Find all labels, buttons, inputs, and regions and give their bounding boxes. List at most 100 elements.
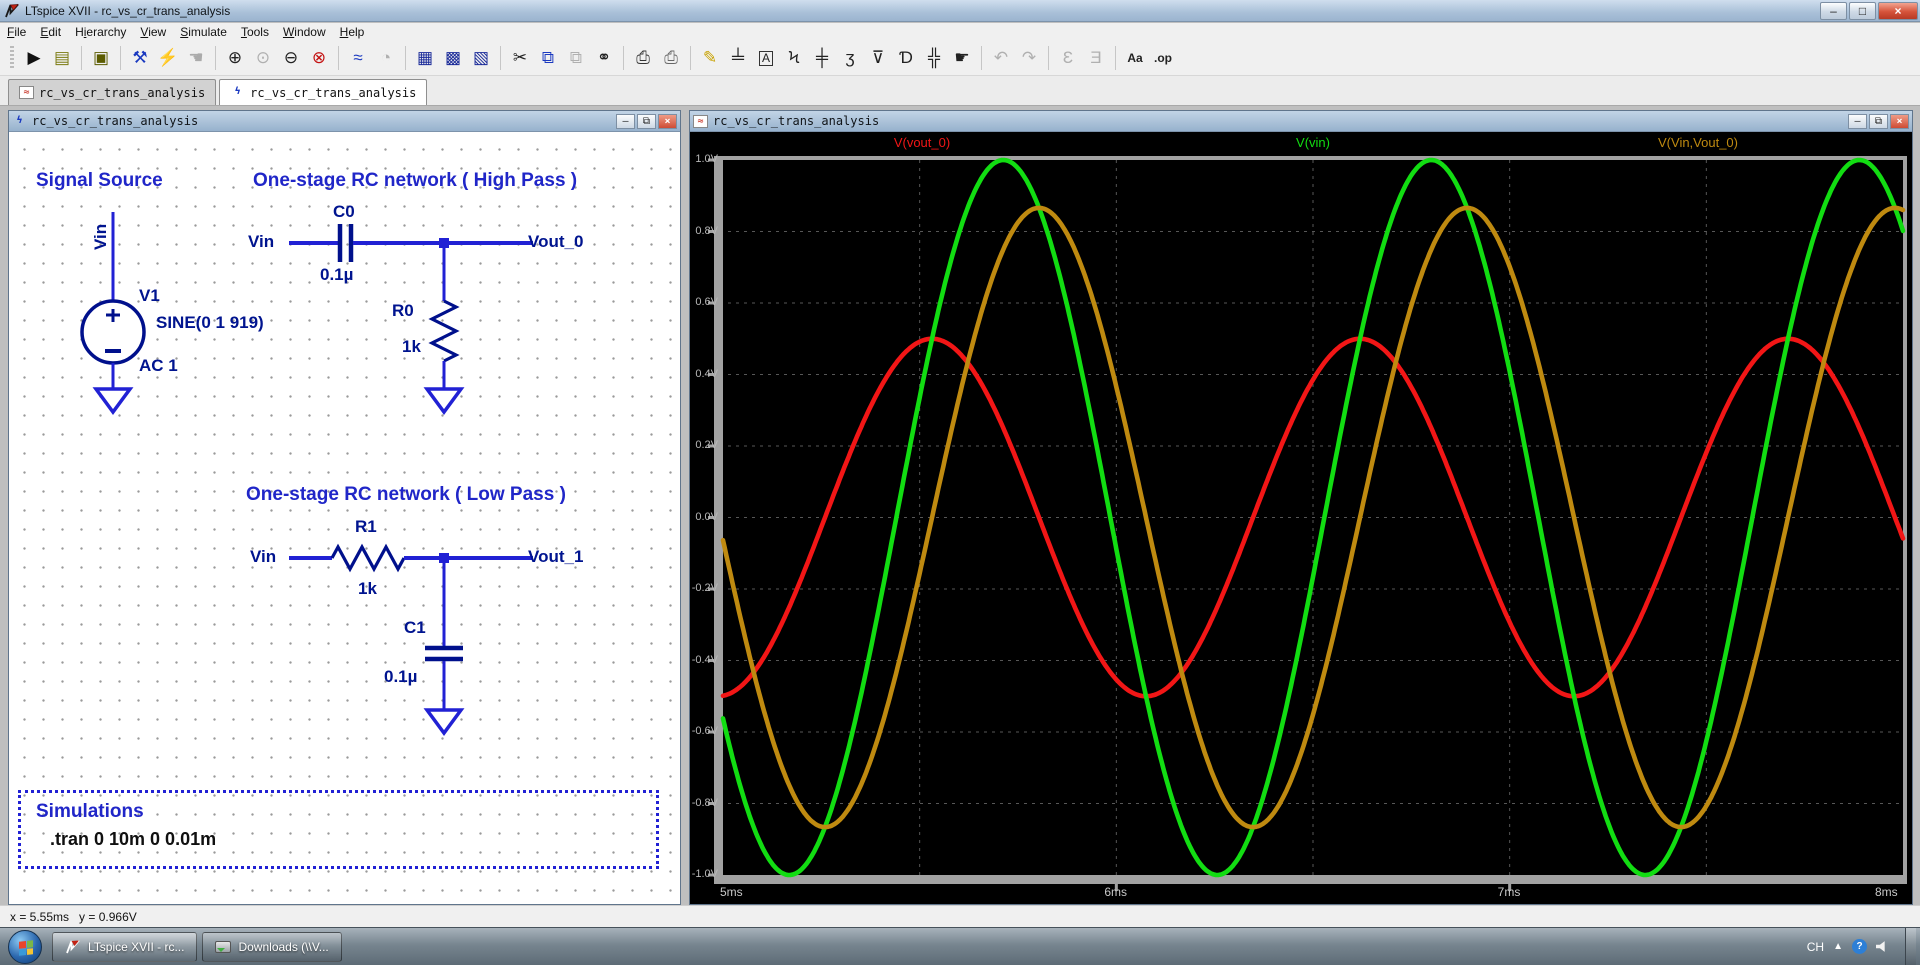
menu-window[interactable]: Window — [276, 24, 333, 40]
c0-value-label[interactable]: 0.1µ — [320, 265, 353, 285]
cut-icon[interactable]: ✂ — [507, 45, 533, 71]
schematic-restore-button[interactable]: ⧉ — [637, 113, 656, 129]
close-button[interactable]: × — [1878, 2, 1918, 20]
v1-value-label[interactable]: SINE(0 1 919) — [156, 313, 264, 333]
menu-hierarchy[interactable]: Hierarchy — [68, 24, 133, 40]
schematic-window-titlebar[interactable]: ϟ rc_vs_cr_trans_analysis – ⧉ × — [9, 111, 680, 132]
find-icon[interactable]: ⚭ — [591, 45, 617, 71]
waveform-plot-area[interactable]: V(vout_0) V(vin) V(Vin,Vout_0) 1.0V 0.8V 0.6V… — [690, 132, 1912, 904]
menu-simulate[interactable]: Simulate — [173, 24, 234, 40]
net-label-icon[interactable]: A — [753, 45, 779, 71]
low-pass-title[interactable]: One-stage RC network ( Low Pass ) — [246, 484, 566, 506]
toolbar-separator — [981, 46, 982, 70]
tray-expand-icon[interactable]: ▲ — [1833, 941, 1843, 952]
schematic-minimize-button[interactable]: – — [616, 113, 635, 129]
drag-icon[interactable]: ☛ — [949, 45, 975, 71]
source-net-label[interactable]: Vin — [91, 192, 111, 250]
r1-resistor-symbol — [330, 543, 406, 573]
print-icon[interactable]: ⎙ — [630, 45, 656, 71]
zoom-out-icon[interactable]: ⊖ — [278, 45, 304, 71]
zoom-full-extents-icon[interactable]: ⊗ — [306, 45, 332, 71]
lp-in-net-label[interactable]: Vin — [250, 547, 276, 567]
spice-directive-icon[interactable]: .op — [1150, 45, 1176, 71]
tab-waveform[interactable]: ≈ rc_vs_cr_trans_analysis — [8, 79, 217, 105]
language-indicator[interactable]: CH — [1807, 940, 1824, 954]
print-preview-icon[interactable]: ⎙ — [658, 45, 684, 71]
cascade-windows-icon[interactable]: ▩ — [440, 45, 466, 71]
diode-icon[interactable]: ⊽ — [865, 45, 891, 71]
run-icon[interactable]: ▶ — [21, 45, 47, 71]
resistor-icon[interactable]: Ϟ — [781, 45, 807, 71]
r1-ref-label[interactable]: R1 — [355, 517, 377, 537]
waveform-pane-icon[interactable]: ≈ — [345, 45, 371, 71]
help-icon[interactable]: ? — [1852, 939, 1867, 954]
r0-ref-label[interactable]: R0 — [392, 301, 414, 321]
schematic-canvas[interactable]: Signal Source One-stage RC network ( Hig… — [9, 132, 680, 904]
mirror-icon: Ǝ — [1090, 48, 1102, 67]
lp-out-net-label[interactable]: Vout_1 — [528, 547, 583, 567]
component-icon[interactable]: Ɗ — [893, 45, 919, 71]
text-icon[interactable]: Aa — [1122, 45, 1148, 71]
c1-ref-label[interactable]: C1 — [404, 618, 426, 638]
efficiency-plot-icon: ◔ — [380, 48, 392, 67]
r0-value-label[interactable]: 1k — [402, 337, 421, 357]
copy-icon[interactable]: ⧉ — [535, 45, 561, 71]
signal-source-title[interactable]: Signal Source — [36, 170, 163, 192]
menu-help[interactable]: Help — [333, 24, 372, 40]
control-panel-icon[interactable]: ⚒ — [127, 45, 153, 71]
new-schematic-window-icon[interactable]: ▧ — [468, 45, 494, 71]
zoom-in-icon[interactable]: ⊕ — [222, 45, 248, 71]
v1-ac-label[interactable]: AC 1 — [139, 356, 178, 376]
move-icon[interactable]: ╬ — [921, 45, 947, 71]
start-button[interactable] — [8, 929, 42, 964]
save-icon[interactable]: ▣ — [88, 45, 114, 71]
toolbar-grip[interactable] — [10, 46, 14, 70]
inductor-icon[interactable]: ʒ — [837, 45, 863, 71]
waveform-minimize-button[interactable]: – — [1848, 113, 1867, 129]
desktop: LTspice XVII - rc_vs_cr_trans_analysis –… — [0, 0, 1920, 965]
toolbar-separator — [500, 46, 501, 70]
simulations-title[interactable]: Simulations — [36, 801, 144, 823]
capacitor-icon[interactable]: ╪ — [809, 45, 835, 71]
c0-ref-label[interactable]: C0 — [333, 202, 355, 222]
maximize-button[interactable]: □ — [1849, 2, 1876, 20]
tran-directive[interactable]: .tran 0 10m 0 0.01m — [50, 829, 216, 850]
menu-edit[interactable]: Edit — [33, 24, 68, 40]
trace-label-V(Vin,Vout_0)[interactable]: V(Vin,Vout_0) — [1658, 135, 1738, 150]
taskbar-button-downloads[interactable]: Downloads (\\V... — [202, 931, 342, 962]
trace-label-V(vin)[interactable]: V(vin) — [1296, 135, 1330, 150]
redo-icon: ↷ — [1021, 48, 1037, 67]
c1-value-label[interactable]: 0.1µ — [384, 667, 417, 687]
toolbar-separator — [338, 46, 339, 70]
waveform-plot[interactable] — [690, 132, 1912, 904]
trace-label-V(vout_0)[interactable]: V(vout_0) — [894, 135, 950, 150]
schematic-close-button[interactable]: × — [658, 113, 677, 129]
high-pass-title[interactable]: One-stage RC network ( High Pass ) — [253, 170, 577, 192]
minimize-button[interactable]: – — [1820, 2, 1847, 20]
r0-resistor-symbol — [428, 299, 460, 363]
v1-ref-label[interactable]: V1 — [139, 286, 160, 306]
ground-icon[interactable]: ╧ — [725, 45, 751, 71]
waveform-restore-button[interactable]: ⧉ — [1869, 113, 1888, 129]
waveform-window-titlebar[interactable]: ≈ rc_vs_cr_trans_analysis – ⧉ × — [690, 111, 1912, 132]
hp-out-net-label[interactable]: Vout_0 — [528, 232, 583, 252]
taskbar-button-ltspice[interactable]: LTspice XVII - rc... — [52, 931, 198, 962]
r1-value-label[interactable]: 1k — [358, 579, 377, 599]
hp-in-net-label[interactable]: Vin — [248, 232, 274, 252]
halt-run-icon[interactable]: ⚡ — [155, 45, 181, 71]
show-desktop-button[interactable] — [1905, 928, 1916, 965]
menu-file[interactable]: File — [0, 24, 33, 40]
volume-icon[interactable] — [1876, 941, 1885, 952]
waveform-close-button[interactable]: × — [1890, 113, 1909, 129]
window-titlebar[interactable]: LTspice XVII - rc_vs_cr_trans_analysis –… — [0, 0, 1920, 22]
ltspice-app-icon — [5, 3, 19, 17]
open-icon[interactable]: ▤ — [49, 45, 75, 71]
tile-windows-icon[interactable]: ▦ — [412, 45, 438, 71]
tab-bar: ≈ rc_vs_cr_trans_analysis ϟ rc_vs_cr_trans_… — [0, 76, 1920, 106]
tab-schematic[interactable]: ϟ rc_vs_cr_trans_analysis — [219, 79, 428, 105]
y-axis-tick-label: 0.0V — [695, 510, 718, 523]
toolbar-separator — [1048, 46, 1049, 70]
wire-pencil-icon[interactable]: ✎ — [697, 45, 723, 71]
menu-tools[interactable]: Tools — [234, 24, 276, 40]
menu-view[interactable]: View — [133, 24, 173, 40]
